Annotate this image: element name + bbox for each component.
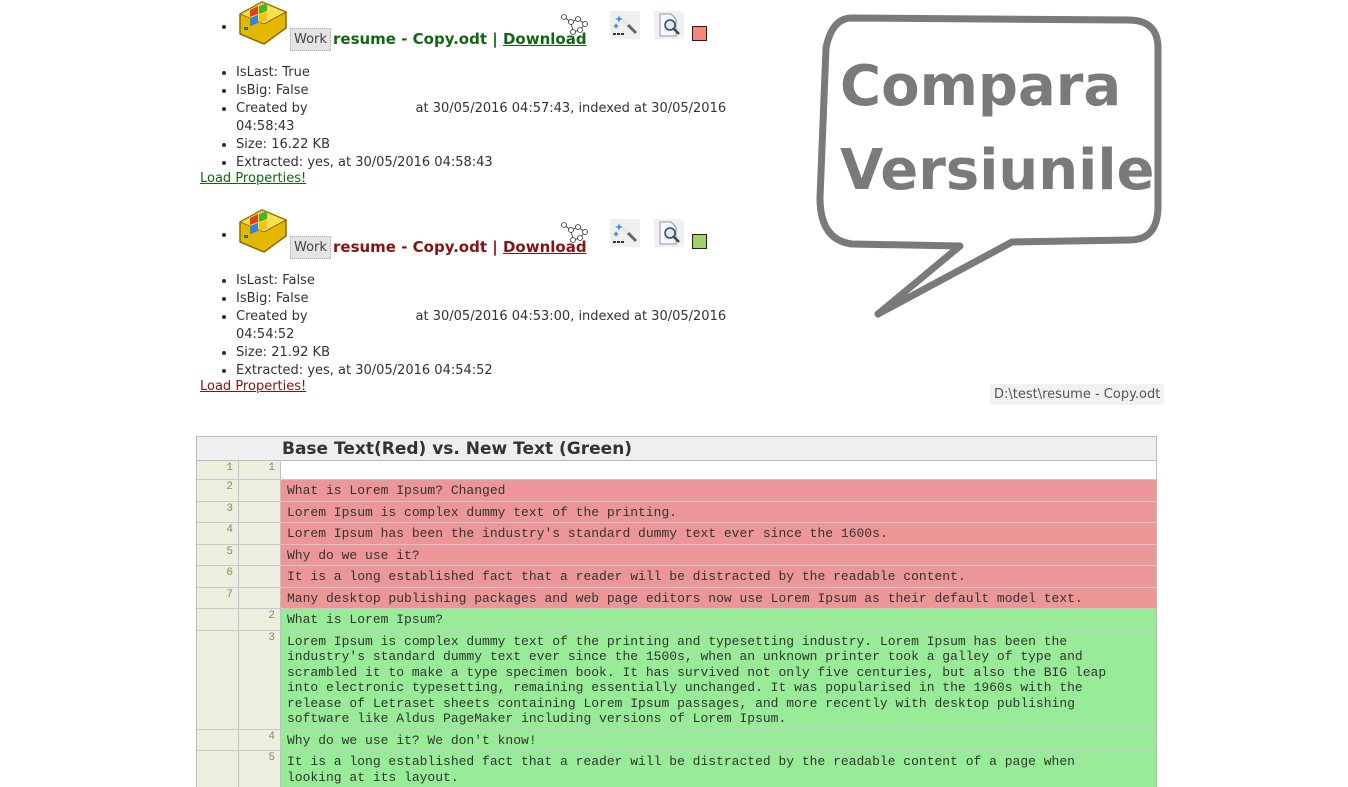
file-title: resume - Copy.odt | Download <box>333 238 587 256</box>
diff-row-del: 5 Why do we use it? <box>197 544 1156 566</box>
file-name: resume - Copy.odt <box>333 238 488 256</box>
diff-row-del: 7 Many desktop publishing packages and we… <box>197 587 1156 609</box>
base-line-number: 3 <box>197 501 239 522</box>
diff-line-text: Lorem Ipsum has been the industry's stan… <box>281 523 1156 544</box>
title-separator: | <box>492 30 498 48</box>
version-entry-2: Work resume - Copy.odt | Download <box>200 209 760 394</box>
property-is-big: IsBig: False <box>236 82 760 100</box>
magic-wand-icon[interactable] <box>610 11 640 39</box>
version-graph-icon[interactable] <box>560 219 590 247</box>
new-line-number <box>239 587 281 608</box>
diff-row-ins: 4 Why do we use it? We don't know! <box>197 729 1156 751</box>
version-header: Work resume - Copy.odt | Download <box>236 1 760 64</box>
file-title: resume - Copy.odt | Download <box>333 30 587 48</box>
new-line-number: 1 <box>239 461 281 479</box>
document-search-icon[interactable] <box>654 11 684 39</box>
diff-table: Base Text(Red) vs. New Text (Green) 112W… <box>196 436 1157 787</box>
bubble-line-2: Versiunile <box>840 138 1155 203</box>
diff-row-del: 4 Lorem Ipsum has been the industry's sta… <box>197 523 1156 545</box>
bubble-line-1: Compara <box>840 54 1122 119</box>
property-size: Size: 21.92 KB <box>236 344 760 362</box>
diff-line-text <box>281 461 1156 479</box>
base-line-number: 4 <box>197 523 239 544</box>
new-line-number <box>239 544 281 565</box>
diff-row-del: 2 What is Lorem Ipsum? Changed <box>197 480 1156 502</box>
diff-title: Base Text(Red) vs. New Text (Green) <box>197 437 1156 461</box>
diff-line-text: Why do we use it? <box>281 544 1156 565</box>
diff-line-text: Many desktop publishing packages and web… <box>281 587 1156 608</box>
file-path-label: D:\test\resume - Copy.odt <box>990 384 1165 405</box>
base-line-number: 2 <box>197 480 239 501</box>
load-properties-link[interactable]: Load Properties! <box>200 171 306 186</box>
base-line-number: 1 <box>197 461 239 479</box>
diff-row-ins: 5 It is a long established fact that a re… <box>197 751 1156 787</box>
property-created: Created byat 30/05/2016 04:53:00, indexe… <box>236 308 760 344</box>
diff-line-text: What is Lorem Ipsum? Changed <box>281 480 1156 501</box>
new-line-number: 3 <box>239 630 281 729</box>
created-by-label: Created by <box>236 309 308 324</box>
magic-wand-icon[interactable] <box>610 219 640 247</box>
new-line-number: 4 <box>239 729 281 750</box>
created-by-label: Created by <box>236 101 308 116</box>
new-line-number: 5 <box>239 751 281 787</box>
windows-drive-icon[interactable] <box>236 208 288 254</box>
diff-line-text: Lorem Ipsum is complex dummy text of the… <box>281 501 1156 522</box>
document-search-icon[interactable] <box>654 219 684 247</box>
diff-row-equal: 11 <box>197 461 1156 480</box>
new-line-number <box>239 480 281 501</box>
windows-drive-icon[interactable] <box>236 0 288 46</box>
property-is-last: IsLast: False <box>236 272 760 290</box>
diff-row-del: 3 Lorem Ipsum is complex dummy text of th… <box>197 501 1156 523</box>
compare-versions-bubble: Compara Versiunile <box>812 8 1172 328</box>
diff-line-text: What is Lorem Ipsum? <box>281 609 1156 630</box>
property-created: Created byat 30/05/2016 04:57:43, indexe… <box>236 100 760 136</box>
tag-work[interactable]: Work <box>290 28 331 51</box>
base-line-number <box>197 751 239 787</box>
base-line-number <box>197 609 239 630</box>
new-line-number <box>239 523 281 544</box>
version-color-swatch <box>692 234 707 249</box>
property-is-last: IsLast: True <box>236 64 760 82</box>
property-is-big: IsBig: False <box>236 290 760 308</box>
property-size: Size: 16.22 KB <box>236 136 760 154</box>
version-header: Work resume - Copy.odt | Download <box>236 209 760 272</box>
base-line-number <box>197 630 239 729</box>
property-extracted: Extracted: yes, at 30/05/2016 04:58:43 <box>236 154 760 172</box>
tag-work[interactable]: Work <box>290 236 331 259</box>
diff-line-text: It is a long established fact that a rea… <box>281 751 1156 787</box>
diff-line-text: It is a long established fact that a rea… <box>281 566 1156 587</box>
base-line-number: 6 <box>197 566 239 587</box>
new-line-number <box>239 566 281 587</box>
diff-rows: 1 1 2 What is Lorem Ipsum? Changed 3 Lorem Ip… <box>197 461 1156 787</box>
diff-line-text: Lorem Ipsum is complex dummy text of the… <box>281 630 1156 729</box>
diff-row-del: 6 It is a long established fact that a re… <box>197 566 1156 588</box>
load-properties-link[interactable]: Load Properties! <box>200 379 306 394</box>
base-line-number: 7 <box>197 587 239 608</box>
diff-row-ins: 2 What is Lorem Ipsum? <box>197 609 1156 631</box>
version-entry-1: Work resume - Copy.odt | Download <box>200 1 760 186</box>
property-extracted: Extracted: yes, at 30/05/2016 04:54:52 <box>236 362 760 380</box>
diff-row-ins: 3 Lorem Ipsum is complex dummy text of th… <box>197 630 1156 730</box>
new-line-number <box>239 501 281 522</box>
created-at: at 30/05/2016 04:53:00, indexed at 30/05… <box>236 309 727 342</box>
new-line-number: 2 <box>239 609 281 630</box>
version-color-swatch <box>692 26 707 41</box>
diff-line-text: Why do we use it? We don't know! <box>281 729 1156 750</box>
title-separator: | <box>492 238 498 256</box>
file-name: resume - Copy.odt <box>333 30 488 48</box>
version-graph-icon[interactable] <box>560 11 590 39</box>
base-line-number <box>197 729 239 750</box>
base-line-number: 5 <box>197 544 239 565</box>
created-at: at 30/05/2016 04:57:43, indexed at 30/05… <box>236 101 727 134</box>
